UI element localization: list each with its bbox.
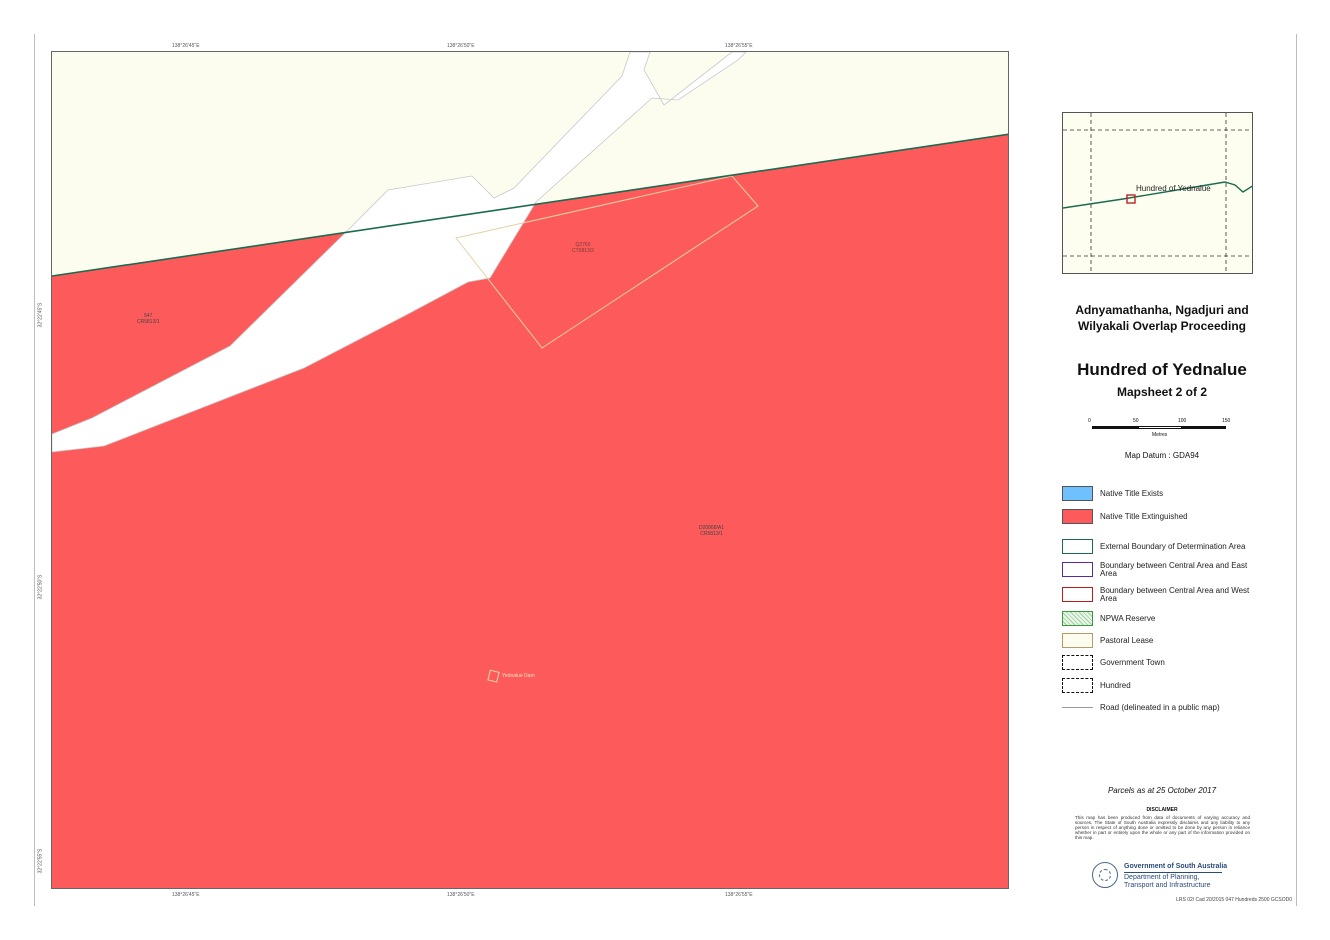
scale-tick-100: 100 <box>1178 418 1187 424</box>
hundred-title: Hundred of Yednalue <box>1077 360 1247 379</box>
solid-blue-swatch <box>1062 486 1093 501</box>
inset-label: Hundred of Yednalue <box>1136 184 1211 193</box>
scale-segment-1 <box>1092 426 1138 429</box>
legend-central-east-boundary-label: Boundary between Central Area and East A… <box>1100 561 1248 578</box>
parcel-label-d20868-line2: CR5813/1 <box>700 531 723 537</box>
bottom-coord-3: 138°26'55"E <box>725 892 753 898</box>
red-outline-swatch <box>1062 587 1093 602</box>
parcel-label-dam: Yednalue Dam <box>502 673 535 679</box>
parcel-label-q2760: Q2760 CT5813/2 <box>572 242 594 254</box>
scale-bar: 0 50 100 150 Metres <box>1088 418 1235 438</box>
solid-red-swatch <box>1062 509 1093 524</box>
dashed-outline-swatch <box>1062 678 1093 693</box>
legend-hundred-label: Hundred <box>1100 681 1131 690</box>
parcels-date-note: Parcels as at 25 October 2017 <box>1107 786 1217 795</box>
legend-pastoral-lease-label: Pastoral Lease <box>1100 636 1154 645</box>
green-hatched-swatch <box>1062 611 1093 626</box>
disclaimer-text: This map has been produced from data of … <box>1075 815 1250 840</box>
road-line-swatch <box>1062 707 1093 708</box>
government-name: Government of South Australia <box>1124 863 1228 870</box>
parcel-label-547: 547 CR5813/1 <box>137 313 160 325</box>
page-border-left <box>34 34 35 906</box>
legend-npwa-reserve-label: NPWA Reserve <box>1100 614 1156 623</box>
government-logo-block: Government of South Australia Department… <box>1090 860 1250 892</box>
state-emblem-icon <box>1092 862 1118 888</box>
inset-mapsheet-marker <box>1126 194 1136 204</box>
proceeding-title: Adnyamathanha, Ngadjuri and Wilyakali Ov… <box>1075 303 1249 333</box>
department-name-line1: Department of Planning, <box>1124 874 1200 881</box>
bottom-coord-2: 138°26'50"E <box>447 892 475 898</box>
top-coord-1: 138°26'45"E <box>172 43 200 49</box>
left-coord-1: 32°22'45"S <box>37 302 44 328</box>
legend-external-boundary-label: External Boundary of Determination Area <box>1100 542 1246 551</box>
page-border-right <box>1296 34 1297 906</box>
scale-segment-2 <box>1138 426 1182 429</box>
scale-tick-0: 0 <box>1088 418 1091 424</box>
parcel-label-dam-text: Yednalue Dam <box>502 673 535 679</box>
scale-unit: Metres <box>1152 432 1168 438</box>
purple-outline-swatch <box>1062 562 1093 577</box>
map-datum: Map Datum : GDA94 <box>1124 451 1200 460</box>
main-map[interactable]: 547 CR5813/1 Q2760 CT5813/2 D20868/A1 CR… <box>51 51 1009 889</box>
bottom-coord-1: 138°26'45"E <box>172 892 200 898</box>
map-canvas <box>52 52 1008 888</box>
legend-government-town-label: Government Town <box>1100 658 1165 667</box>
government-divider <box>1124 872 1222 873</box>
scale-tick-150: 150 <box>1222 418 1231 424</box>
legend-native-title-extinguished-label: Native Title Extinguished <box>1100 512 1188 521</box>
map-sheet-page: 138°26'45"E 138°26'50"E 138°26'55"E 138°… <box>0 0 1330 940</box>
tan-outline-swatch <box>1062 633 1093 648</box>
legend-central-west-boundary-label: Boundary between Central Area and West A… <box>1100 586 1250 603</box>
mapsheet-subtitle: Mapsheet 2 of 2 <box>1116 385 1208 399</box>
parcel-label-547-line2: CR5813/1 <box>137 319 160 325</box>
disclaimer-title: DISCLAIMER <box>1146 807 1178 813</box>
inset-canvas <box>1063 113 1252 273</box>
left-coord-3: 32°22'55"S <box>37 848 44 874</box>
legend-native-title-exists-label: Native Title Exists <box>1100 489 1164 498</box>
green-outline-swatch <box>1062 539 1093 554</box>
dash-dot-outline-swatch <box>1062 655 1093 670</box>
left-coord-2: 32°22'50"S <box>37 574 44 600</box>
parcel-label-q2760-line2: CT5813/2 <box>572 248 594 254</box>
parcel-label-d20868: D20868/A1 CR5813/1 <box>699 525 724 537</box>
legend-road-label: Road (delineated in a public map) <box>1100 703 1220 712</box>
department-name-line2: Transport and Infrastructure <box>1124 882 1211 889</box>
document-reference: LRS 02/ Cad 20/2015 047 Hundreds 2500 GC… <box>1176 897 1292 903</box>
inset-locator-map[interactable]: Hundred of Yednalue <box>1062 112 1253 274</box>
scale-tick-50: 50 <box>1133 418 1139 424</box>
scale-segment-3 <box>1182 426 1226 429</box>
top-coord-2: 138°26'50"E <box>447 43 475 49</box>
top-coord-3: 138°26'55"E <box>725 43 753 49</box>
